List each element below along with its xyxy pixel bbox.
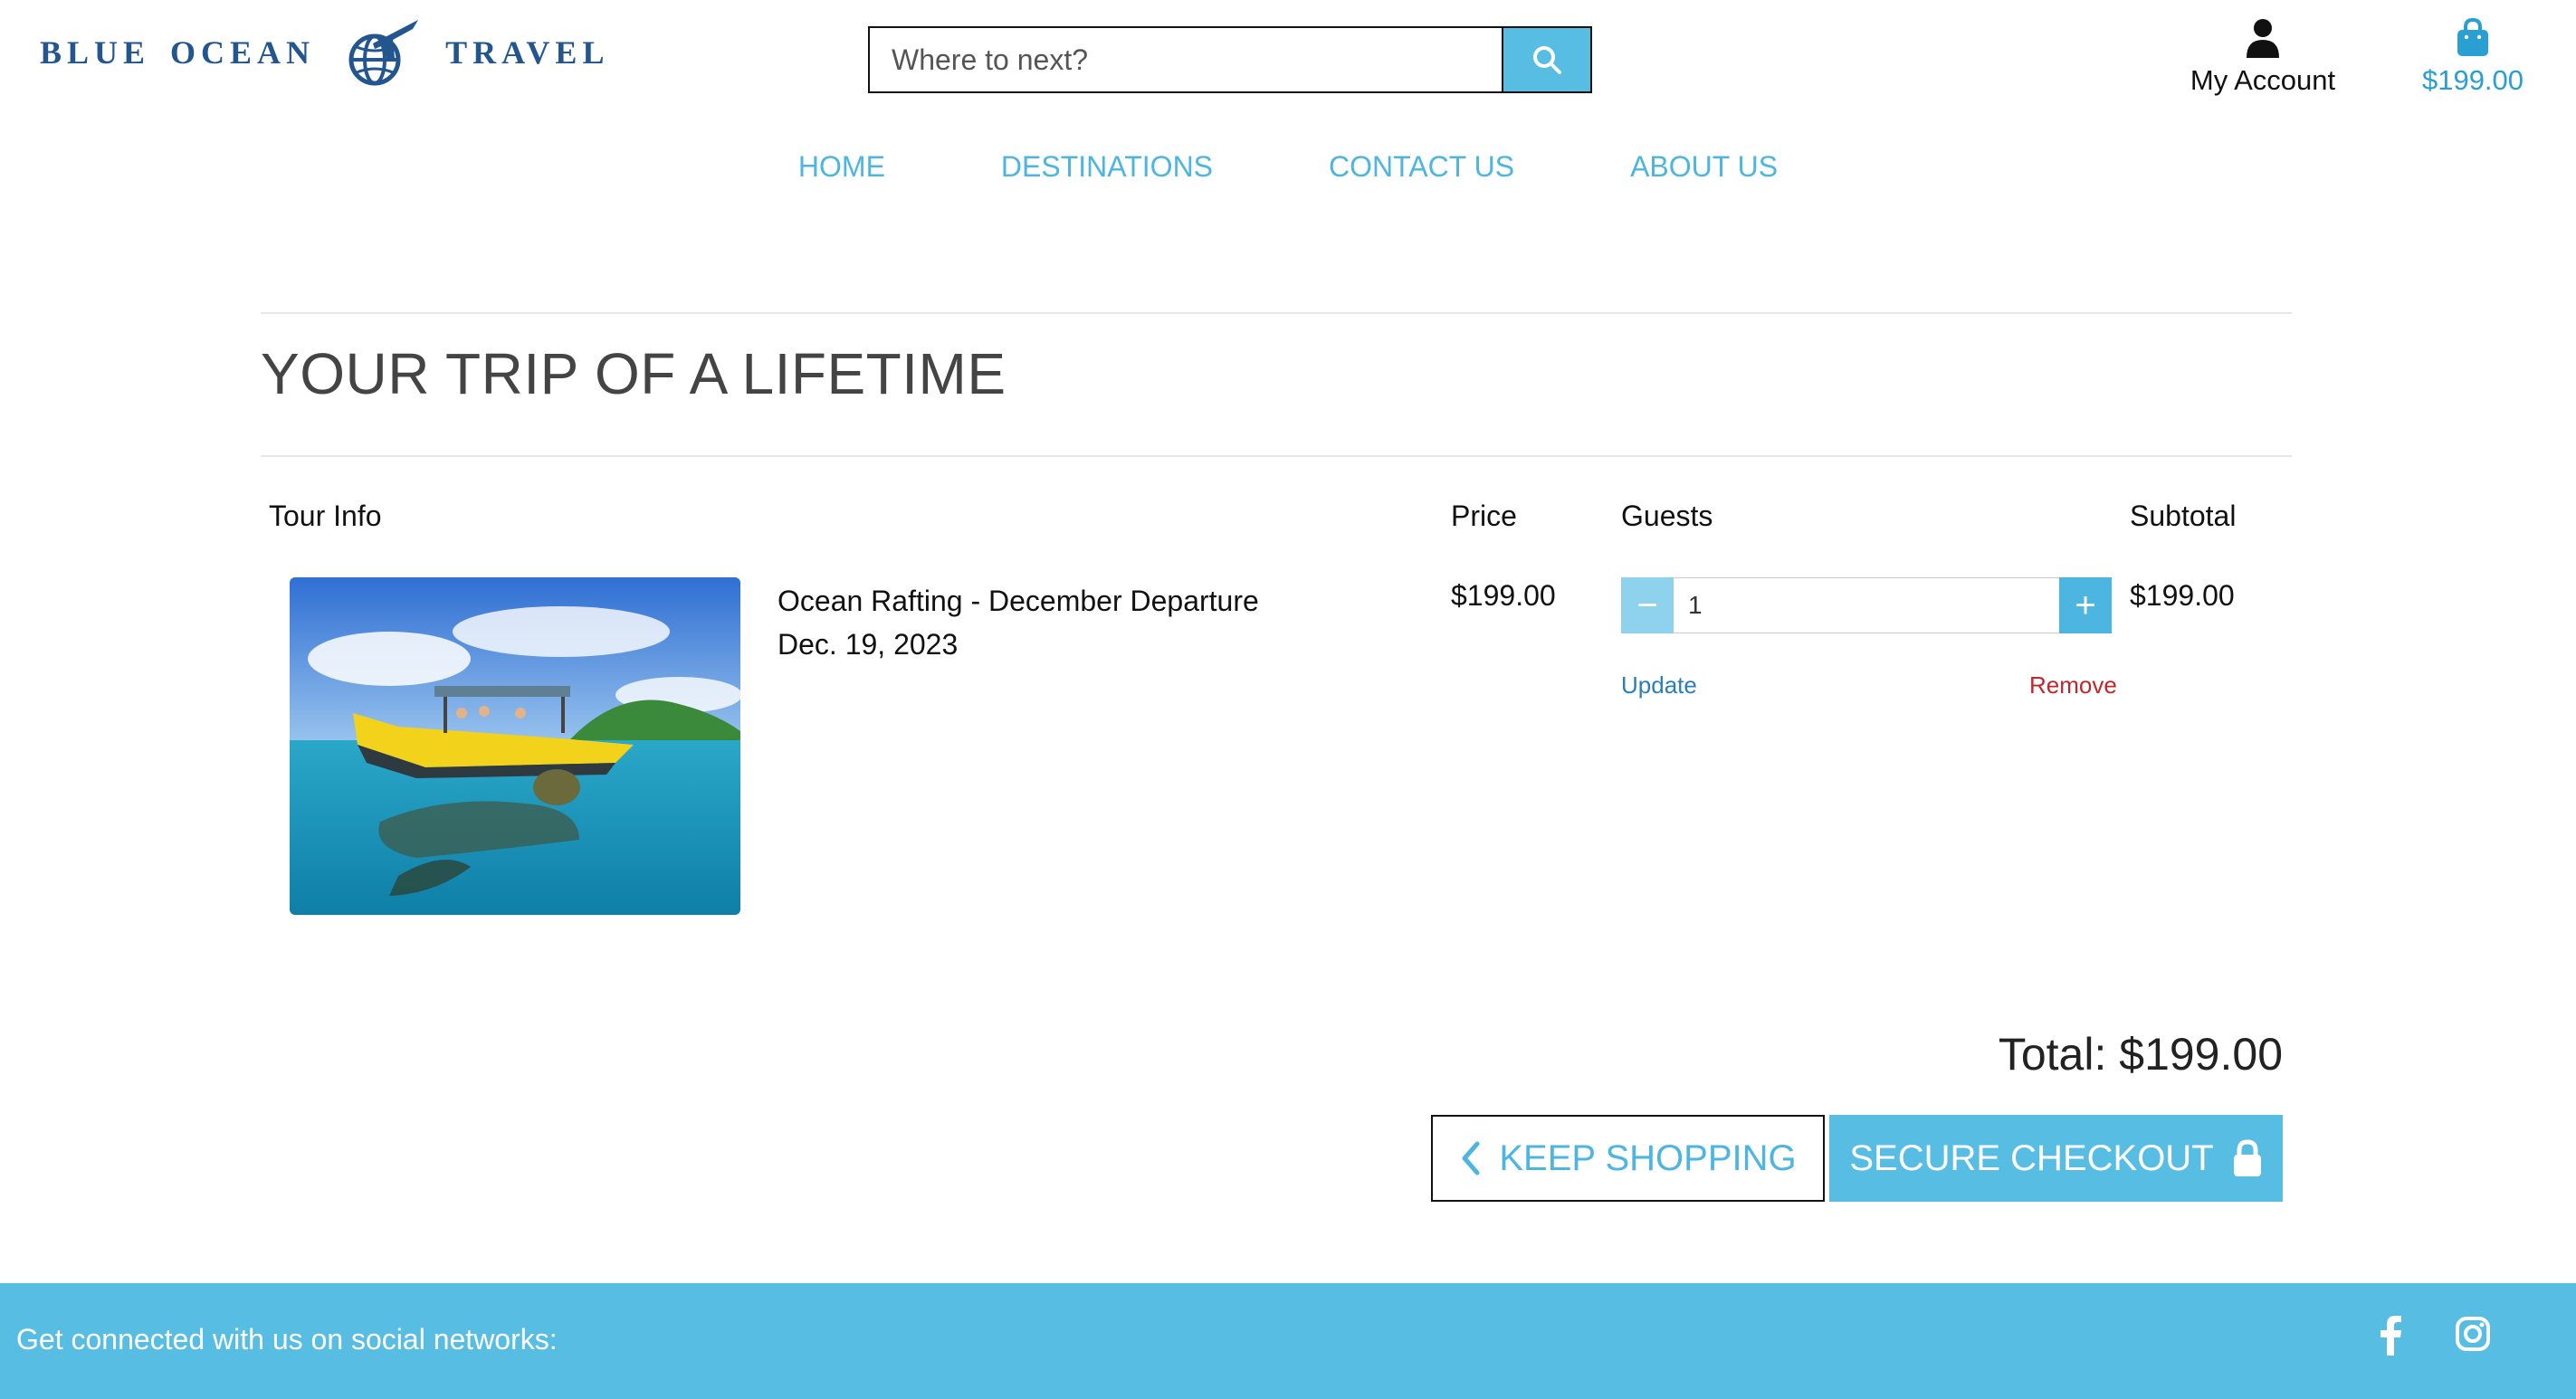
lock-icon <box>2233 1139 2261 1176</box>
guests-input[interactable] <box>1674 577 2059 633</box>
secure-checkout-label: SECURE CHECKOUT <box>1849 1137 2214 1178</box>
brand-word-blue: BLUE <box>40 34 151 71</box>
tour-image <box>290 577 740 915</box>
tour-photo <box>290 577 740 915</box>
order-total: Total: $199.00 <box>1998 1029 2283 1080</box>
brand-logo[interactable]: BLUE OCEAN TRAVEL <box>40 16 609 89</box>
chevron-left-icon <box>1462 1141 1480 1175</box>
globe-plane-icon <box>348 20 419 86</box>
my-account-label: My Account <box>2190 64 2336 96</box>
row-subtotal: $199.00 <box>2130 579 2235 612</box>
nav-about-us[interactable]: ABOUT US <box>1630 150 1778 184</box>
nav-destinations[interactable]: DESTINATIONS <box>1001 150 1213 184</box>
header-price: Price <box>1451 500 1517 532</box>
divider-bottom <box>261 455 2292 457</box>
nav-contact-us[interactable]: CONTACT US <box>1329 150 1514 184</box>
main-nav: HOME DESTINATIONS CONTACT US ABOUT US <box>0 150 2576 184</box>
tour-price: $199.00 <box>1451 579 1556 612</box>
page-title: YOUR TRIP OF A LIFETIME <box>261 341 1007 406</box>
user-icon <box>2247 19 2279 58</box>
search-button[interactable] <box>1502 28 1590 91</box>
shopping-bag-icon <box>2457 17 2488 56</box>
remove-link[interactable]: Remove <box>2029 671 2117 700</box>
facebook-icon <box>2380 1316 2401 1356</box>
my-account-link[interactable]: My Account <box>2177 18 2349 97</box>
brand-word-travel: TRAVEL <box>445 34 610 71</box>
header-guests: Guests <box>1621 500 1713 532</box>
keep-shopping-button[interactable]: KEEP SHOPPING <box>1431 1115 1825 1202</box>
header-tour-info: Tour Info <box>269 500 382 532</box>
instagram-icon <box>2456 1317 2490 1351</box>
footer: Get connected with us on social networks… <box>0 1283 2576 1399</box>
secure-checkout-button[interactable]: SECURE CHECKOUT <box>1829 1115 2283 1202</box>
search-icon <box>1533 46 1561 74</box>
cart-link[interactable]: $199.00 <box>2400 17 2545 97</box>
tour-name: Ocean Rafting - December Departure <box>778 585 1259 617</box>
keep-shopping-label: KEEP SHOPPING <box>1499 1137 1797 1178</box>
tour-date: Dec. 19, 2023 <box>778 628 959 661</box>
search-bar <box>868 26 1592 93</box>
quantity-stepper: − + <box>1621 577 2112 633</box>
tour-info: Ocean Rafting - December Departure Dec. … <box>778 579 1259 666</box>
cart-amount: $199.00 <box>2421 64 2524 96</box>
nav-home[interactable]: HOME <box>798 150 885 184</box>
search-input[interactable] <box>870 28 1502 91</box>
update-link[interactable]: Update <box>1621 671 1697 700</box>
decrement-button[interactable]: − <box>1621 577 1674 633</box>
header-subtotal: Subtotal <box>2130 500 2237 532</box>
increment-button[interactable]: + <box>2059 577 2112 633</box>
brand-word-ocean: OCEAN <box>170 34 316 71</box>
divider-top <box>261 312 2292 314</box>
instagram-link[interactable] <box>2455 1316 2491 1356</box>
footer-social-text: Get connected with us on social networks… <box>16 1323 558 1356</box>
facebook-link[interactable] <box>2379 1316 2402 1360</box>
